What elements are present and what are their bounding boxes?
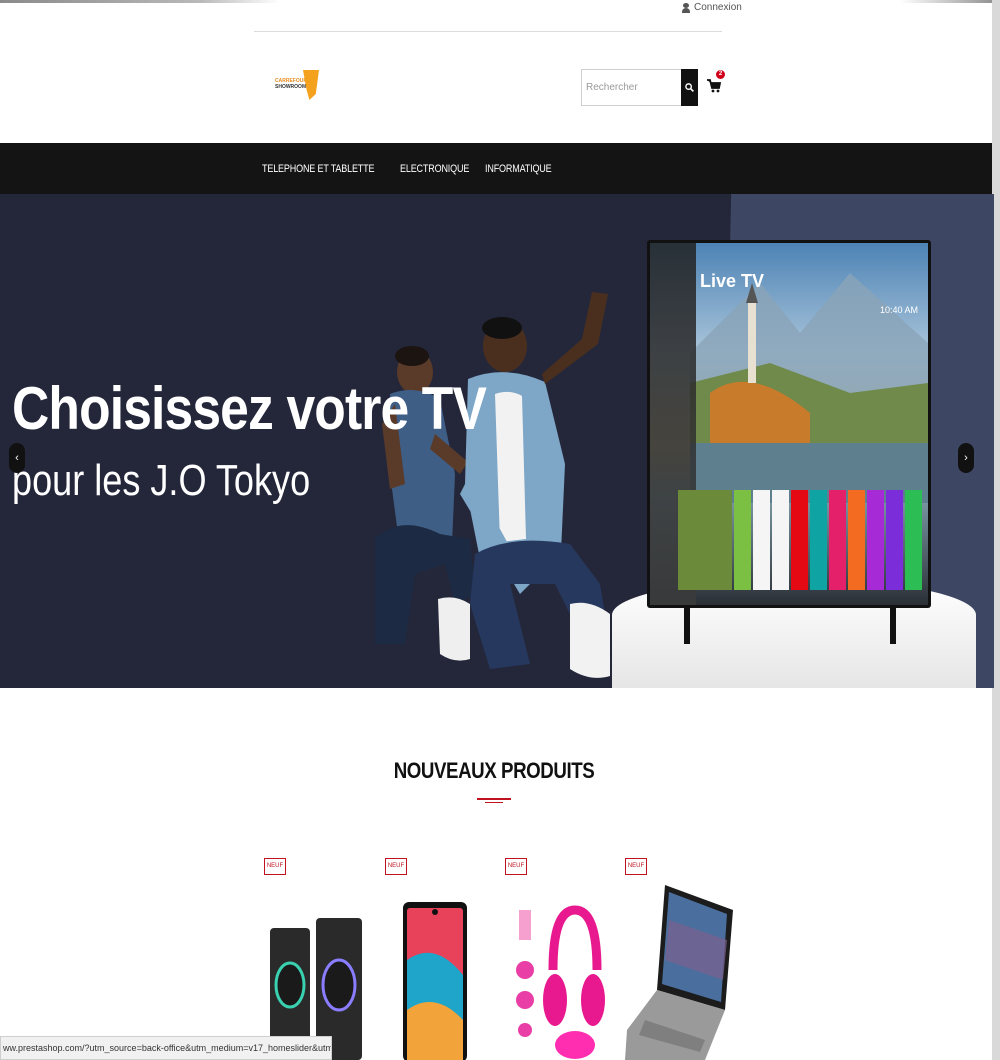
main-nav: TELEPHONE ET TABLETTE ELECTRONIQUE INFOR… [0, 143, 992, 194]
cart-icon [707, 79, 721, 93]
slider-prev-button[interactable]: ‹ [9, 443, 25, 473]
tv-app-tile [848, 490, 865, 590]
new-badge: NEUF [264, 858, 286, 875]
tv-app-tile [886, 490, 903, 590]
tv-leg-right [890, 608, 896, 644]
headphones-icon [516, 905, 605, 1059]
page: Connexion CARREFOUR SHOWROOM 2 TELEPHONE [0, 0, 1000, 1060]
search-button[interactable] [681, 69, 698, 106]
chevron-right-icon: › [964, 452, 968, 464]
new-badge: NEUF [625, 858, 647, 875]
site-logo[interactable]: CARREFOUR SHOWROOM [275, 68, 320, 106]
tv-app-tile [905, 490, 922, 590]
product-card[interactable]: NEUF [264, 858, 382, 1060]
header-divider [254, 31, 722, 32]
hero-subtitle: pour les J.O Tokyo [12, 456, 311, 505]
logo-line2: SHOWROOM [275, 84, 307, 90]
user-icon [682, 2, 690, 13]
tv-app-tile [810, 490, 827, 590]
login-label: Connexion [694, 2, 742, 13]
chevron-left-icon: ‹ [15, 452, 19, 464]
tv-app-tile [829, 490, 846, 590]
hero-title: Choisissez votre TV [12, 375, 487, 442]
new-products-title: NOUVEAUX PRODUITS [393, 758, 595, 783]
nav-item-informatique[interactable]: INFORMATIQUE [485, 163, 552, 175]
product-card[interactable]: NEUF [505, 858, 623, 1060]
search-icon [685, 83, 694, 92]
hero-slider[interactable]: Live TV 10:40 AM Choisissez votre TV pou… [0, 194, 994, 688]
search-input[interactable] [581, 69, 681, 106]
product-card[interactable]: NEUF [625, 858, 743, 1060]
tv-app-tile [772, 490, 789, 590]
smartphone-icon [403, 902, 467, 1060]
tv-app-tile [867, 490, 884, 590]
nav-item-telephone[interactable]: TELEPHONE ET TABLETTE [262, 163, 375, 175]
tv-leg-left [684, 608, 690, 644]
tv-app-tile [753, 490, 770, 590]
tv-screen: Live TV 10:40 AM [650, 243, 928, 605]
laptop-icon [625, 885, 733, 1060]
title-underline [477, 798, 511, 800]
tv-app-bar [734, 490, 922, 590]
speakers-icon [270, 918, 362, 1060]
tv-app-tile [734, 490, 751, 590]
cart-button[interactable]: 2 [707, 70, 727, 100]
browser-top-sliver [0, 0, 1000, 3]
nav-item-electronique[interactable]: ELECTRONIQUE [400, 163, 469, 175]
tv-app-tile [791, 490, 808, 590]
tv-live-label: Live TV [700, 271, 765, 291]
tv-image: Live TV 10:40 AM [647, 240, 931, 608]
login-link[interactable]: Connexion [682, 2, 742, 13]
new-badge: NEUF [505, 858, 527, 875]
people-illustration [375, 292, 610, 678]
tv-time: 10:40 AM [879, 305, 918, 315]
logo-text: CARREFOUR SHOWROOM [275, 78, 309, 90]
tv-app-left-tile [678, 490, 732, 590]
cart-count-badge: 2 [716, 70, 725, 79]
nav-items: TELEPHONE ET TABLETTE ELECTRONIQUE INFOR… [262, 143, 553, 194]
title-underline-secondary [485, 802, 503, 803]
search-form [581, 69, 698, 106]
browser-status-bar: ww.prestashop.com/?utm_source=back-offic… [0, 1036, 332, 1060]
new-badge: NEUF [385, 858, 407, 875]
product-card[interactable]: NEUF [385, 858, 503, 1060]
slider-next-button[interactable]: › [958, 443, 974, 473]
